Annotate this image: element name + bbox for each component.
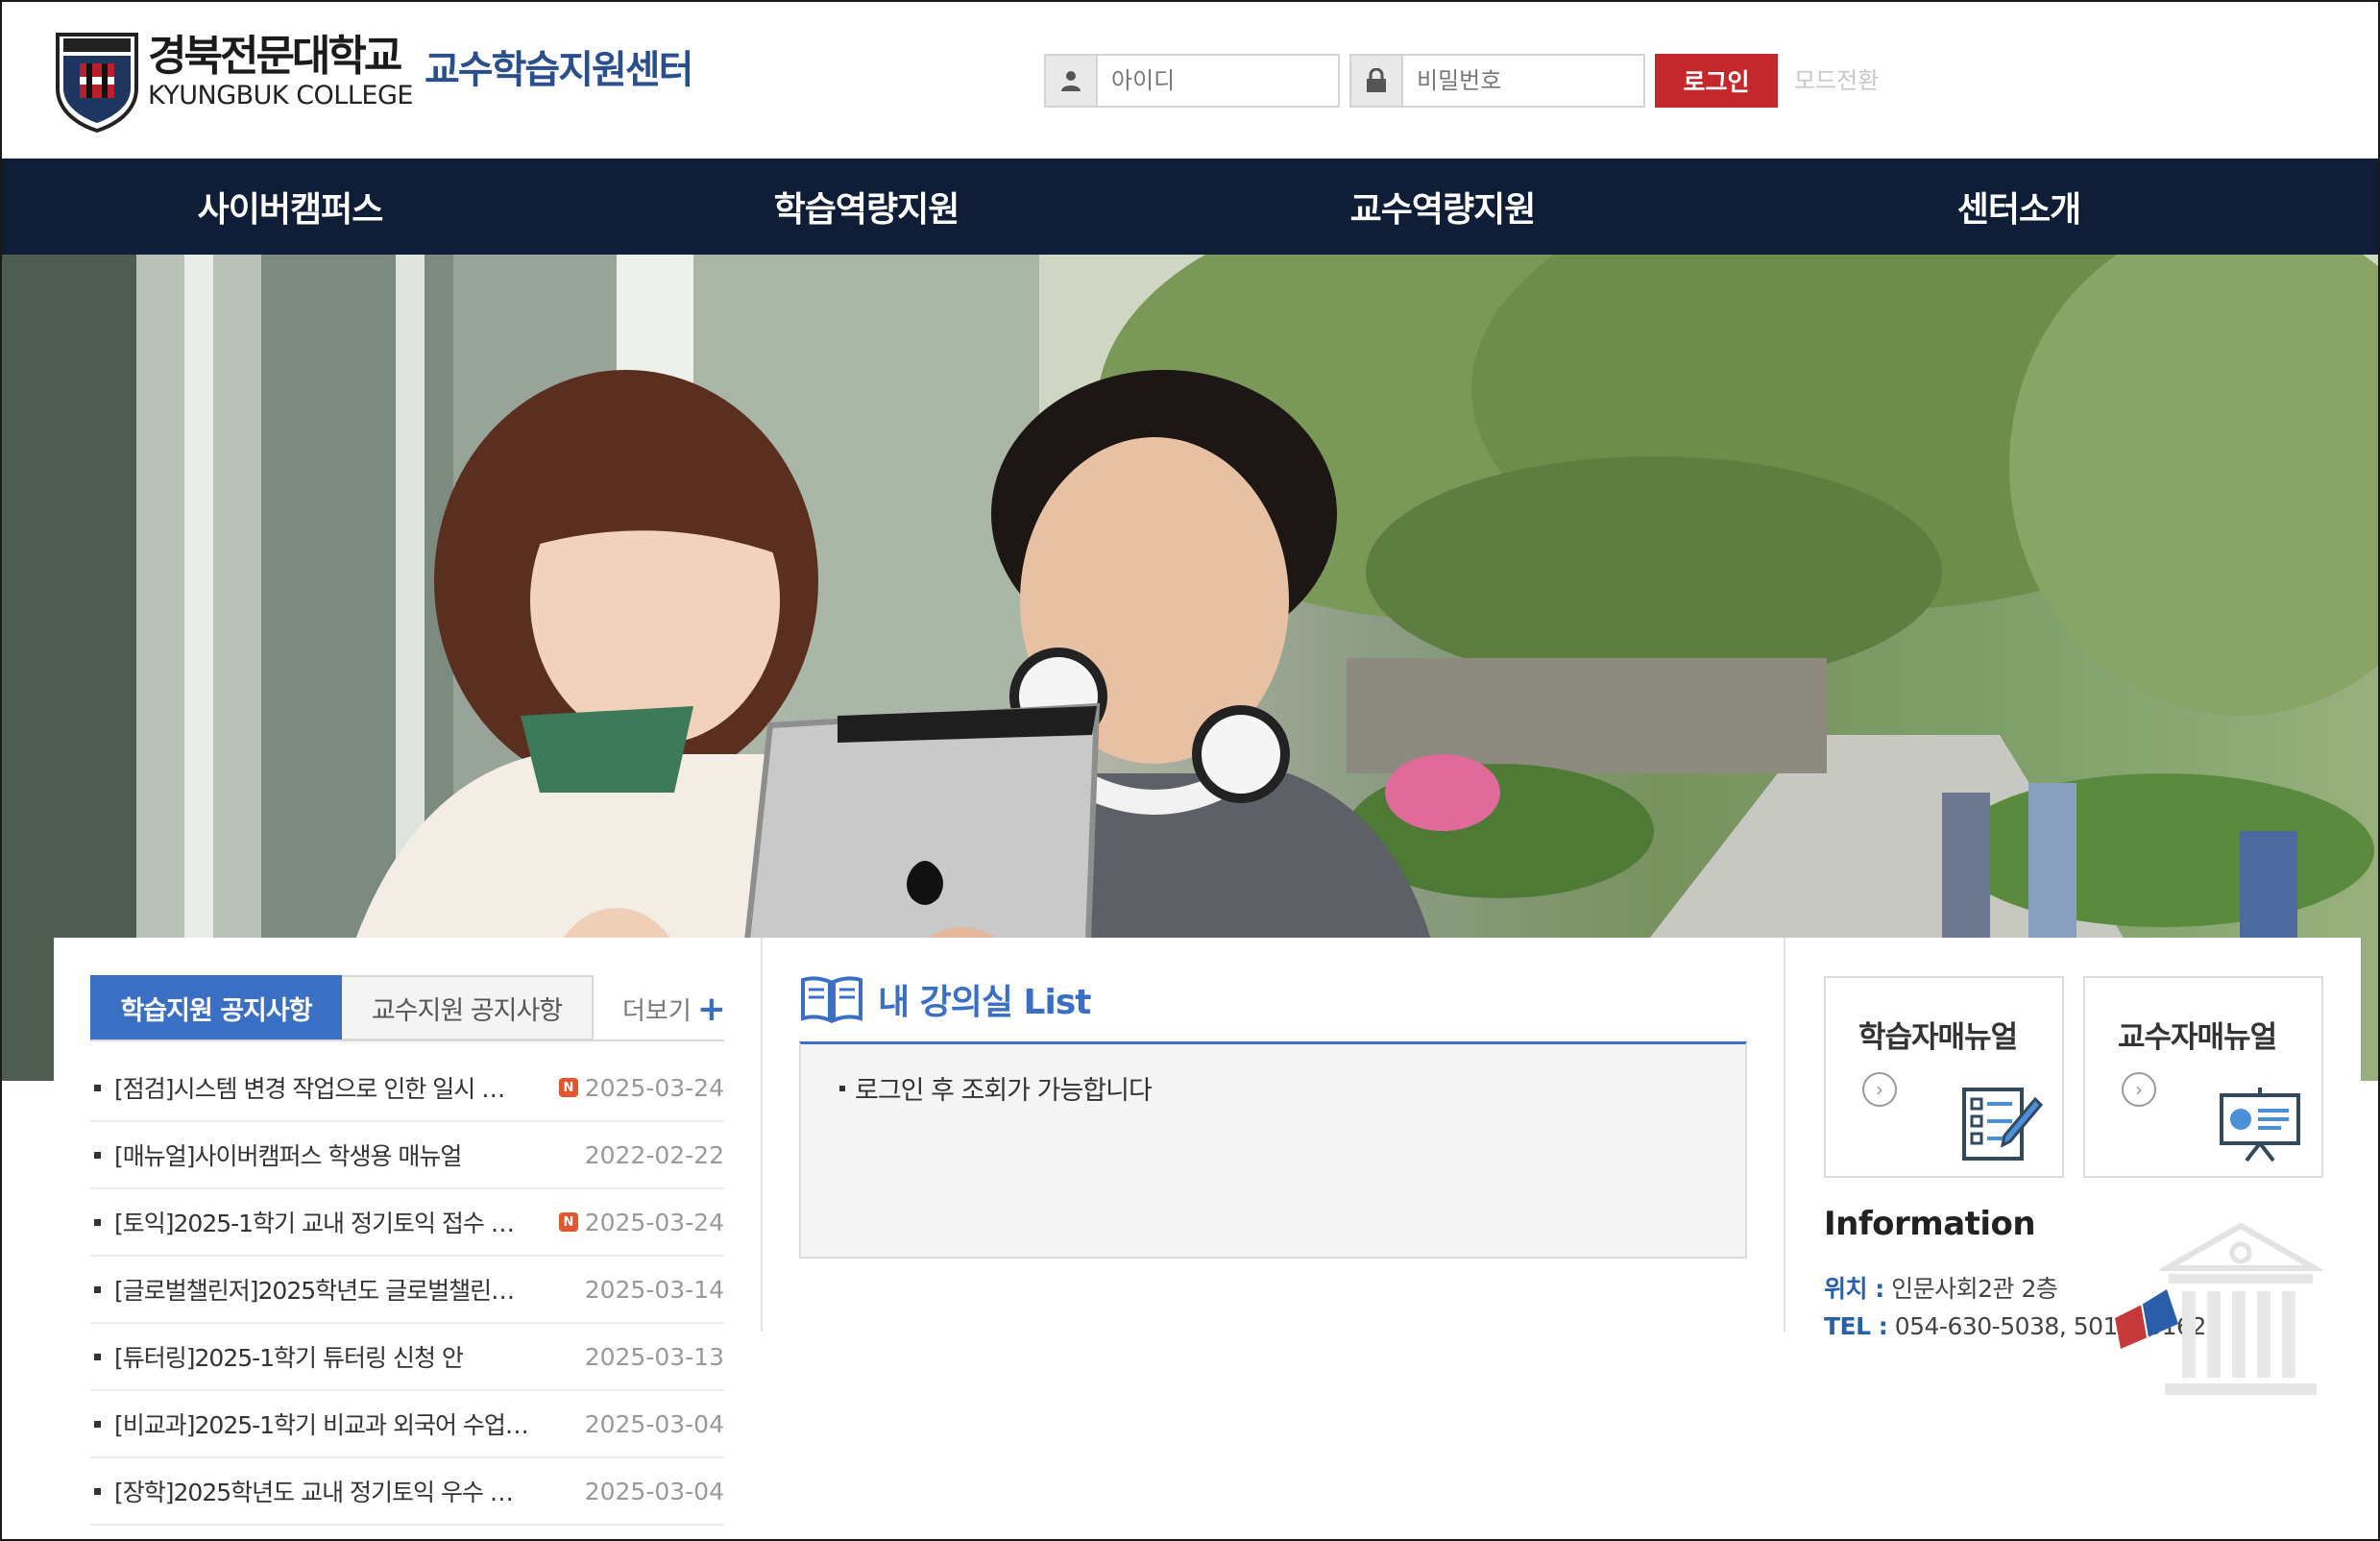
new-badge-icon: N [559,1078,578,1097]
bullet-icon [94,1218,101,1226]
tel-key: TEL : [1824,1312,1888,1340]
bullet-icon [94,1084,101,1091]
tab-professor-notice[interactable]: 교수지원 공지사항 [342,975,594,1040]
center-title[interactable]: 교수학습지원센터 [425,38,693,94]
logo-english-text: KYUNGBUK COLLEGE [148,81,413,110]
notice-row[interactable]: [튜터링]2025-1학기 튜터링 신청 안 2025-03-13 [90,1324,724,1391]
bullet-icon [94,1420,101,1428]
location-value: 인문사회2관 2층 [1891,1275,2058,1303]
professor-manual-card[interactable]: 교수자매뉴얼 › [2083,976,2323,1178]
bullet-icon [94,1151,101,1159]
password-input[interactable] [1403,56,1643,106]
college-shield-icon [56,33,138,133]
id-field [1044,54,1340,108]
chevron-right-icon: › [2122,1072,2156,1107]
chevron-right-icon: › [1862,1072,1897,1107]
nav-item-center-intro[interactable]: 센터소개 [1731,159,2307,255]
login-button[interactable]: 로그인 [1655,54,1778,108]
notice-title[interactable]: [매뉴얼]사이버캠퍼스 학생용 매뉴얼 [114,1137,556,1172]
user-icon [1046,56,1098,106]
notice-row[interactable]: [토익]2025-1학기 교내 정기토익 접수 … N 2025-03-24 [90,1189,724,1257]
notice-date: 2025-03-13 [584,1342,724,1371]
presentation-board-icon [2220,1088,2300,1162]
notice-date: 2025-03-24 [584,1073,724,1102]
mode-switch-link[interactable]: 모드전환 [1794,61,1879,95]
notice-title[interactable]: [장학]2025학년도 교내 정기토익 우수 … [114,1474,556,1508]
password-field [1349,54,1645,108]
info-title: Information [1824,1205,2036,1243]
notice-row[interactable]: [매뉴얼]사이버캠퍼스 학생용 매뉴얼 2022-02-22 [90,1122,724,1189]
lecture-list-title: 내 강의실 List [878,983,1091,1022]
notice-date: 2025-03-24 [584,1208,724,1236]
notice-title[interactable]: [점검]시스템 변경 작업으로 인한 일시 … [114,1070,556,1105]
more-link[interactable]: 더보기 + [622,991,726,1027]
column-divider [761,938,763,1332]
lock-icon [1351,56,1403,106]
header: 경북전문대학교 KYUNGBUK COLLEGE 교수학습지원센터 로그인 모드… [2,2,2378,159]
nav-item-learning-support[interactable]: 학습역량지원 [578,159,1154,255]
tab-learning-notice[interactable]: 학습지원 공지사항 [90,975,342,1040]
nav-item-teaching-support[interactable]: 교수역량지원 [1154,159,1731,255]
notice-title[interactable]: [비교과]2025-1학기 비교과 외국어 수업… [114,1406,556,1441]
notice-date: 2025-03-04 [584,1477,724,1505]
learner-manual-card[interactable]: 학습자매뉴얼 › [1824,976,2064,1178]
notice-date: 2025-03-04 [584,1409,724,1438]
bullet-icon [94,1353,101,1360]
main-nav: 사이버캠퍼스 학습역량지원 교수역량지원 센터소개 [2,159,2378,255]
notice-date: 2025-03-14 [584,1275,724,1304]
info-location: 위치 : 인문사회2관 2층 [1824,1270,2058,1305]
new-badge-icon: N [559,1212,578,1232]
professor-manual-label: 교수자매뉴얼 [2118,1020,2277,1055]
lecture-list-heading: 내 강의실 List [799,974,1091,1024]
notice-list: [점검]시스템 변경 작업으로 인한 일시 … N 2025-03-24 [매뉴… [90,1055,724,1526]
plus-icon: + [696,989,726,1029]
more-label: 더보기 [622,997,692,1026]
book-icon [2115,1289,2178,1349]
notice-row[interactable]: [장학]2025학년도 교내 정기토익 우수 … 2025-03-04 [90,1458,724,1526]
notice-title[interactable]: [토익]2025-1학기 교내 정기토익 접수 … [114,1205,556,1239]
notice-row[interactable]: [점검]시스템 변경 작업으로 인한 일시 … N 2025-03-24 [90,1055,724,1122]
lecture-list-box: 로그인 후 조회가 가능합니다 [799,1041,1747,1259]
id-input[interactable] [1098,56,1338,106]
notice-row[interactable]: [비교과]2025-1학기 비교과 외국어 수업… 2025-03-04 [90,1391,724,1458]
notice-title[interactable]: [글로벌챌린저]2025학년도 글로벌챌린… [114,1272,556,1307]
tab-underline [90,1040,724,1041]
notice-title[interactable]: [튜터링]2025-1학기 튜터링 신청 안 [114,1339,556,1374]
bullet-icon [94,1285,101,1293]
lecture-message-text: 로그인 후 조회가 가능합니다 [855,1076,1153,1106]
college-logo[interactable]: 경북전문대학교 KYUNGBUK COLLEGE [54,29,413,133]
checklist-pen-icon [1962,1088,2043,1161]
open-book-icon [801,976,862,1024]
logo-korean-text: 경북전문대학교 [148,32,402,81]
login-form: 로그인 [1044,54,1778,108]
notice-row[interactable]: [글로벌챌린저]2025학년도 글로벌챌린… 2025-03-14 [90,1257,724,1324]
nav-item-cyber-campus[interactable]: 사이버캠퍼스 [2,159,578,255]
lecture-login-message: 로그인 후 조회가 가능합니다 [839,1069,1153,1107]
column-divider [1784,938,1785,1332]
location-key: 위치 : [1824,1275,1884,1303]
notice-tabs: 학습지원 공지사항 교수지원 공지사항 [90,975,594,1040]
bullet-icon [839,1085,845,1091]
bullet-icon [94,1487,101,1495]
notice-date: 2022-02-22 [584,1140,724,1169]
page-frame: 경북전문대학교 KYUNGBUK COLLEGE 교수학습지원센터 로그인 모드… [0,0,2380,1541]
learner-manual-label: 학습자매뉴얼 [1858,1020,2018,1055]
